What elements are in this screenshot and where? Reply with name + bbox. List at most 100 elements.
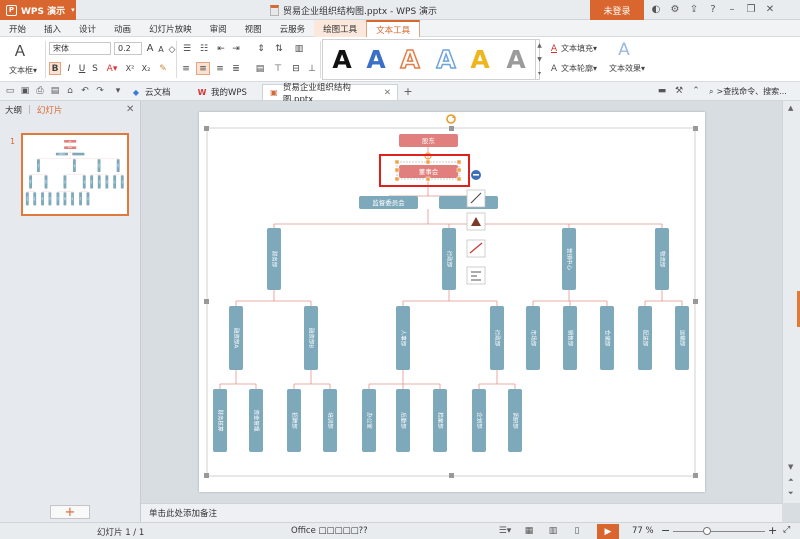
folder-icon[interactable]: ▭	[4, 85, 16, 97]
text-outline-icon[interactable]: A	[549, 62, 559, 75]
textbox-button[interactable]: 文本框 ▾	[3, 64, 43, 76]
print-preview-icon[interactable]: ▤	[49, 85, 61, 97]
add-slide-button[interactable]: +	[50, 505, 90, 520]
tab-review[interactable]: 审阅	[201, 20, 236, 37]
tab-slides[interactable]: 幻灯片	[37, 104, 63, 116]
zoom-out-icon[interactable]: −	[661, 524, 670, 537]
minimize-icon[interactable]: –	[726, 3, 738, 16]
sub-dept-node[interactable]: 行政部	[83, 175, 86, 189]
tools-icon[interactable]: ⚒	[673, 85, 685, 97]
board-node[interactable]: 董事会	[64, 146, 77, 149]
wordart-style-gray[interactable]: A	[500, 41, 532, 77]
scroll-up-icon[interactable]: ▲	[788, 104, 793, 112]
team-node[interactable]: 企划部	[472, 389, 486, 452]
zoom-slider-track[interactable]	[673, 531, 765, 532]
tab-cloud-docs[interactable]: ◆ 云文档	[125, 84, 177, 100]
dept-node[interactable]: 营销中心	[562, 228, 576, 290]
wordart-style-blue-outline[interactable]: A	[430, 41, 462, 77]
tab-insert[interactable]: 插入	[35, 20, 70, 37]
team-node[interactable]: 财务核算	[213, 389, 227, 452]
board-node[interactable]: 董事会	[399, 165, 458, 178]
vertical-scrollbar[interactable]: ▲ ▼ ⏶ ⏷	[782, 101, 800, 503]
prev-slide-icon[interactable]: ⏶	[788, 476, 794, 485]
justify-icon[interactable]: ≣	[230, 62, 242, 75]
italic-icon[interactable]: I	[64, 62, 74, 75]
tab-cloud[interactable]: 云服务	[271, 20, 315, 37]
tab-drawing-tools[interactable]: 绘图工具	[314, 20, 367, 37]
team-node[interactable]: 企划部	[79, 192, 82, 206]
sub-dept-node[interactable]: 销售部	[98, 175, 101, 189]
close-panel-icon[interactable]: ✕	[126, 104, 134, 115]
team-node[interactable]: 调研部	[86, 192, 89, 206]
shareholder-node[interactable]: 股东	[64, 140, 77, 143]
command-search[interactable]: ⌕ >查找命令、搜索...	[709, 84, 800, 99]
dept-node[interactable]: 物流部	[655, 228, 669, 290]
underline-icon[interactable]: U	[77, 62, 87, 75]
highlight-icon[interactable]: ✎	[157, 62, 169, 75]
team-node[interactable]: 档案部	[433, 389, 447, 452]
sub-dept-node[interactable]: 人事部	[63, 175, 66, 189]
bullets-icon[interactable]: ☰	[180, 42, 194, 55]
tab-slideshow[interactable]: 幻灯片放映	[140, 20, 201, 37]
team-node[interactable]: 资金管理	[249, 389, 263, 452]
new-tab-icon[interactable]: +	[402, 85, 414, 98]
sub-dept-node[interactable]: 融资部A	[229, 306, 243, 370]
sub-dept-node[interactable]: 运输部	[121, 175, 124, 189]
text-effect-button[interactable]: 文本效果 ▾	[605, 62, 649, 75]
team-node[interactable]: 后勤部	[63, 192, 66, 206]
side-node[interactable]	[72, 152, 85, 156]
reading-view-icon[interactable]: ▯	[570, 525, 584, 537]
save-icon[interactable]: ▣	[19, 85, 31, 97]
sub-dept-node[interactable]: 运输部	[675, 306, 689, 370]
font-size-select[interactable]: 0.2	[114, 42, 142, 55]
distribute-icon[interactable]: ▤	[254, 62, 266, 75]
tab-text-tools[interactable]: 文本工具	[366, 20, 421, 37]
line-spacing-icon[interactable]: ⇕	[254, 42, 268, 55]
share-icon[interactable]: ⇪	[688, 3, 700, 16]
dept-node[interactable]: 行政部	[442, 228, 456, 290]
numbering-icon[interactable]: ☷	[197, 42, 211, 55]
tab-current-document[interactable]: ▣ 贸易企业组织结构图.pptx ✕	[262, 83, 398, 105]
dept-node[interactable]: 财务部	[267, 228, 281, 290]
sub-dept-node[interactable]: 融资部B	[304, 306, 318, 370]
slide[interactable]: 股东 董事会 监督委员会 财务部 行政部 营销中心 物流部 融资部A 融资部B 人事部 行政部 市场部…	[199, 112, 705, 492]
dept-node[interactable]: 营销中心	[98, 159, 101, 173]
restore-icon[interactable]: ❐	[745, 3, 757, 16]
decrease-font-icon[interactable]: A	[156, 43, 166, 56]
sub-dept-node[interactable]: 融资部A	[29, 175, 32, 189]
supervisory-node[interactable]: 监督委员会	[55, 153, 69, 156]
play-slideshow-button[interactable]: ▶	[597, 524, 619, 539]
team-node[interactable]: 培训部	[323, 389, 337, 452]
text-fill-icon[interactable]: A	[549, 42, 559, 55]
text-fill-button[interactable]: 文本填充 ▾	[561, 42, 601, 55]
align-center-icon[interactable]: ≡	[196, 62, 210, 75]
subscript-icon[interactable]: X₂	[140, 62, 152, 75]
tab-my-wps[interactable]: W 我的WPS	[191, 84, 253, 100]
dept-node[interactable]: 行政部	[73, 159, 76, 173]
print-icon[interactable]: ⎙	[34, 85, 46, 97]
team-node[interactable]: 培训部	[48, 192, 51, 206]
align-middle-icon[interactable]: ⊟	[290, 62, 302, 75]
rotate-handle-icon[interactable]	[446, 114, 456, 124]
fit-window-icon[interactable]: ⤢	[783, 525, 790, 535]
align-right-icon[interactable]: ≡	[214, 62, 226, 75]
text-effect-icon[interactable]: A	[612, 40, 636, 60]
textbox-icon[interactable]: Ａ	[10, 41, 30, 60]
login-button[interactable]: 未登录	[590, 0, 644, 20]
bold-icon[interactable]: B	[49, 62, 61, 75]
team-node[interactable]: 办公室	[362, 389, 376, 452]
increase-font-icon[interactable]: A	[145, 42, 155, 55]
wps-app-menu[interactable]: P WPS 演示 ▾	[0, 0, 76, 20]
supervisory-node[interactable]: 监督委员会	[359, 196, 418, 209]
wordart-style-orange-outline[interactable]: A	[394, 41, 426, 77]
team-node[interactable]: 档案部	[71, 192, 74, 206]
zoom-in-icon[interactable]: +	[768, 524, 777, 537]
columns-icon[interactable]: ▥	[292, 42, 306, 55]
redo-icon[interactable]: ↷	[94, 85, 106, 97]
shareholder-node[interactable]: 股东	[399, 134, 458, 147]
wordart-style-blue[interactable]: A	[360, 41, 392, 77]
team-node[interactable]: 招聘部	[41, 192, 44, 206]
align-top-icon[interactable]: ⊤	[272, 62, 284, 75]
font-color-icon[interactable]: A▾	[104, 62, 120, 75]
collapse-node-icon[interactable]	[471, 170, 481, 180]
